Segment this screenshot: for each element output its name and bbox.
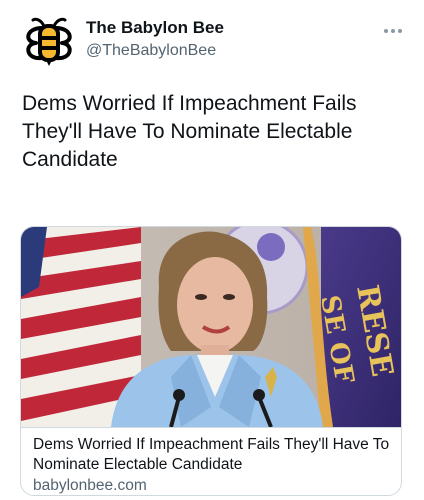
bee-logo-icon [26,17,72,66]
more-dot [398,29,402,33]
card-meta: Dems Worried If Impeachment Fails They'l… [33,435,393,495]
card-divider [21,427,401,428]
author-info[interactable]: The Babylon Bee @TheBabylonBee [86,18,224,62]
more-options-button[interactable] [384,26,402,36]
card-title: Dems Worried If Impeachment Fails They'l… [33,436,390,473]
more-dot [391,29,395,33]
card-image: RESE SE OF [21,227,401,427]
card-domain: babylonbee.com [33,477,147,494]
avatar[interactable] [22,14,76,68]
display-name: The Babylon Bee [86,18,224,37]
user-handle: @TheBabylonBee [86,42,217,59]
link-card[interactable]: RESE SE OF Dems Worried If Impeachment F… [20,226,402,496]
tweet-text: Dems Worried If Impeachment Fails They'l… [22,92,357,171]
more-dot [384,29,388,33]
tweet: The Babylon Bee @TheBabylonBee Dems Worr… [0,0,424,500]
